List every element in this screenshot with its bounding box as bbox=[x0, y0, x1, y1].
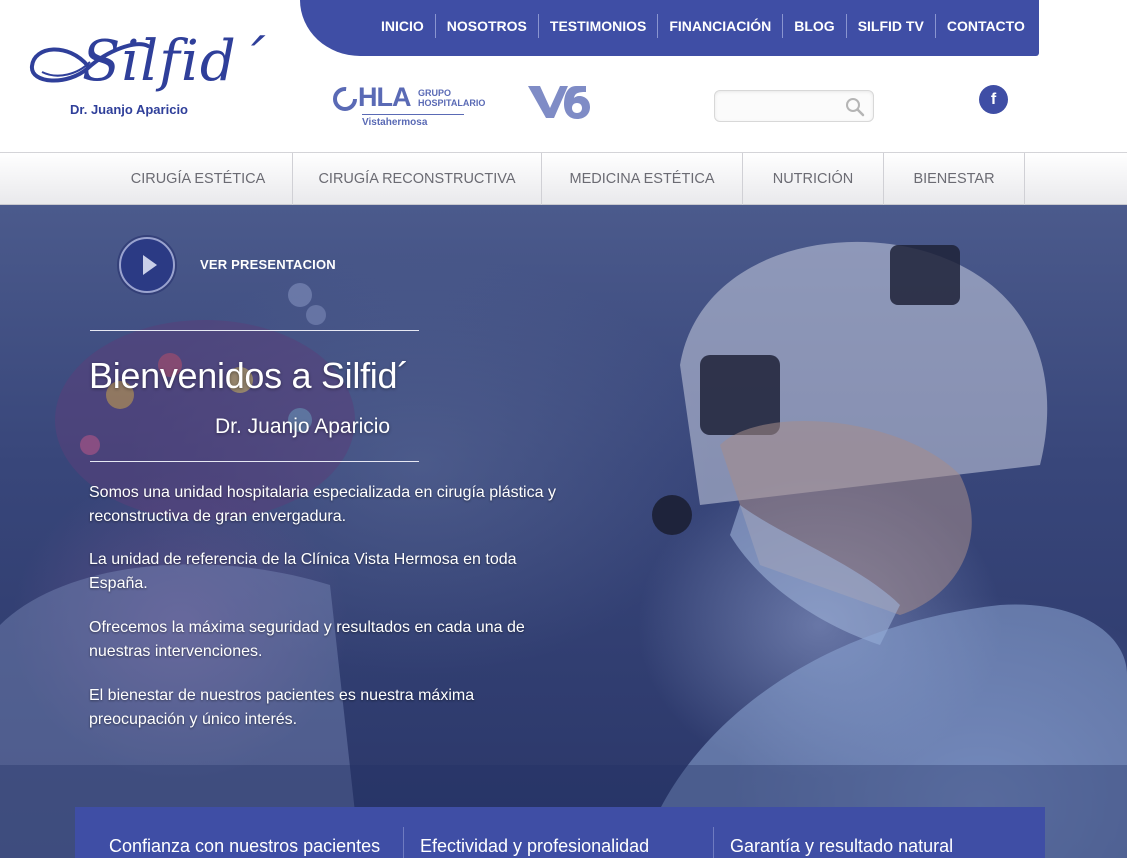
logo-subtitle: Dr. Juanjo Aparicio bbox=[70, 102, 188, 117]
hero-subtitle: Dr. Juanjo Aparicio bbox=[215, 415, 391, 438]
top-navigation: INICIO NOSOTROS TESTIMONIOS FINANCIACIÓN… bbox=[300, 0, 1039, 56]
category-bienestar[interactable]: BIENESTAR bbox=[884, 153, 1025, 205]
hero-title: Bienvenidos a Silfid´ bbox=[89, 355, 409, 396]
nav-item-blog[interactable]: BLOG bbox=[782, 14, 845, 38]
nav-item-contacto[interactable]: CONTACTO bbox=[934, 14, 1036, 38]
ver-presentacion-link[interactable]: VER PRESENTACION bbox=[200, 257, 336, 272]
search-input[interactable] bbox=[723, 96, 841, 116]
category-cirugia-reconstructiva[interactable]: CIRUGÍA RECONSTRUCTIVA bbox=[293, 153, 542, 205]
hla-letters: HLA bbox=[358, 82, 411, 112]
feature-divider bbox=[403, 827, 404, 858]
nav-item-testimonios[interactable]: TESTIMONIOS bbox=[537, 14, 657, 38]
hero-paragraph: La unidad de referencia de la Clínica Vi… bbox=[89, 551, 517, 592]
hla-divider bbox=[362, 114, 464, 115]
hero-paragraph: El bienestar de nuestros pacientes es nu… bbox=[89, 687, 475, 728]
play-button[interactable] bbox=[119, 237, 175, 293]
category-navigation: CIRUGÍA ESTÉTICA CIRUGÍA RECONSTRUCTIVA … bbox=[0, 152, 1127, 205]
hla-ring-icon bbox=[333, 87, 357, 111]
hero-paragraph: Somos una unidad hospitalaria especializ… bbox=[89, 484, 556, 525]
feature-garantia: Garantía y resultado natural bbox=[730, 836, 954, 856]
nav-item-nosotros[interactable]: NOSOTROS bbox=[434, 14, 538, 38]
nav-item-silfid-tv[interactable]: SILFID TV bbox=[845, 14, 935, 38]
category-medicina-estetica[interactable]: MEDICINA ESTÉTICA bbox=[542, 153, 743, 205]
facebook-icon[interactable]: f bbox=[979, 85, 1008, 114]
search-icon[interactable] bbox=[845, 97, 865, 117]
hero-paragraph: Ofrecemos la máxima seguridad y resultad… bbox=[89, 619, 525, 660]
nav-item-inicio[interactable]: INICIO bbox=[370, 14, 435, 38]
features-bar: Confianza con nuestros pacientes Efectiv… bbox=[75, 807, 1045, 858]
v6-partner-logo[interactable] bbox=[528, 82, 592, 122]
hla-group-text: GRUPO HOSPITALARIO bbox=[418, 88, 486, 108]
feature-divider bbox=[713, 827, 714, 858]
hero-surgery-image bbox=[0, 241, 1127, 858]
feature-efectividad: Efectividad y profesionalidad bbox=[420, 836, 650, 856]
v6-logo-icon bbox=[528, 86, 590, 119]
search-box bbox=[714, 90, 874, 122]
hero-bottom-rule bbox=[90, 461, 419, 462]
silfid-logo[interactable]: Silfid´ Dr. Juanjo Aparicio bbox=[28, 28, 278, 123]
feature-confianza: Confianza con nuestros pacientes bbox=[109, 836, 381, 856]
hero-top-rule bbox=[90, 330, 419, 331]
category-cirugia-estetica[interactable]: CIRUGÍA ESTÉTICA bbox=[104, 153, 293, 205]
hla-location-text: Vistahermosa bbox=[362, 117, 428, 128]
nav-item-financiacion[interactable]: FINANCIACIÓN bbox=[657, 14, 782, 38]
category-nutricion[interactable]: NUTRICIÓN bbox=[743, 153, 884, 205]
hla-partner-logo[interactable]: HLA GRUPO HOSPITALARIO Vistahermosa bbox=[332, 82, 486, 130]
hero-banner: VER PRESENTACION Bienvenidos a Silfid´ D… bbox=[0, 205, 1127, 858]
site-header: Silfid´ Dr. Juanjo Aparicio INICIO NOSOT… bbox=[0, 0, 1127, 152]
logo-wordmark: Silfid´ bbox=[82, 29, 266, 94]
